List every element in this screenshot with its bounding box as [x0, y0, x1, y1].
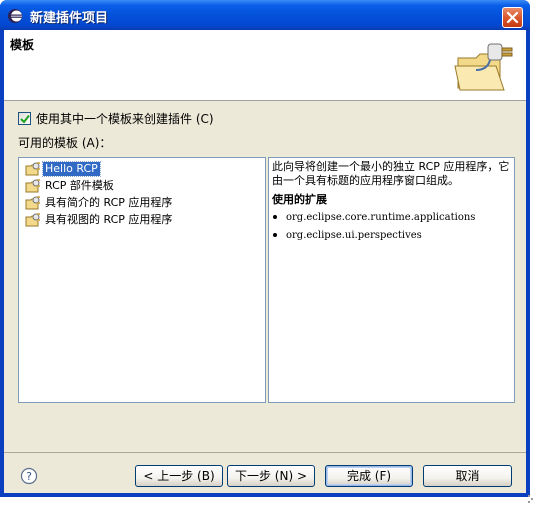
template-description-pane[interactable]: 此向导将创建一个最小的独立 RCP 应用程序，它由一个具有标题的应用程序窗口组成…	[268, 157, 515, 403]
help-icon[interactable]: ?	[20, 467, 38, 485]
wizard-banner: 模板	[4, 30, 526, 101]
extension-item: org.eclipse.core.runtime.applications	[273, 210, 475, 224]
template-label: Hello RCP	[42, 161, 101, 177]
resize-grip-icon[interactable]	[526, 493, 534, 505]
next-button[interactable]: 下一步 (N) >	[227, 465, 315, 487]
extension-item: org.eclipse.ui.perspectives	[273, 228, 422, 242]
list-item[interactable]: 具有视图的 RCP 应用程序	[25, 212, 174, 228]
cancel-button[interactable]: 取消	[423, 465, 512, 487]
extensions-heading: 使用的扩展	[272, 193, 327, 206]
use-template-option[interactable]: 使用其中一个模板来创建插件 (C)	[18, 110, 214, 126]
svg-text:?: ?	[26, 470, 32, 483]
close-button[interactable]	[502, 7, 523, 28]
close-icon	[506, 11, 519, 24]
extension-name: org.eclipse.core.runtime.applications	[286, 211, 476, 223]
use-template-checkbox[interactable]	[18, 111, 31, 125]
wizard-window: 新建插件项目 模板 使用其中一个模板来创建插件 (C) 可用的模板 (A)： H…	[0, 0, 530, 497]
finish-button[interactable]: 完成 (F)	[325, 465, 413, 487]
back-button[interactable]: < 上一步 (B)	[135, 465, 223, 487]
title-bar[interactable]: 新建插件项目	[0, 0, 530, 30]
extension-name: org.eclipse.ui.perspectives	[286, 229, 422, 241]
template-list[interactable]: Hello RCP RCP 部件模板 具有简介的 RCP 应用程序 具有视图的 …	[18, 157, 266, 403]
plugin-template-icon	[25, 213, 40, 227]
bullet-icon	[273, 215, 277, 219]
page-title: 模板	[10, 38, 35, 52]
use-template-label: 使用其中一个模板来创建插件 (C)	[36, 111, 214, 126]
template-label: RCP 部件模板	[45, 179, 114, 192]
plugin-template-icon	[25, 196, 40, 210]
list-item[interactable]: 具有简介的 RCP 应用程序	[25, 195, 174, 211]
checkmark-icon	[20, 114, 30, 124]
list-item[interactable]: RCP 部件模板	[25, 178, 116, 194]
bullet-icon	[273, 233, 277, 237]
plugin-template-icon	[25, 179, 40, 193]
folder-plug-icon	[454, 43, 513, 91]
divider	[4, 452, 526, 453]
available-templates-label: 可用的模板 (A)：	[18, 136, 112, 150]
window-title: 新建插件项目	[30, 11, 109, 26]
template-description: 此向导将创建一个最小的独立 RCP 应用程序，它由一个具有标题的应用程序窗口组成…	[272, 160, 510, 187]
plugin-template-icon	[25, 162, 40, 176]
dialog-client-area: 模板 使用其中一个模板来创建插件 (C) 可用的模板 (A)： Hello RC…	[4, 30, 526, 493]
eclipse-icon	[8, 9, 22, 23]
template-label: 具有视图的 RCP 应用程序	[45, 213, 173, 226]
list-item[interactable]: Hello RCP	[25, 161, 101, 177]
template-label: 具有简介的 RCP 应用程序	[45, 196, 173, 209]
